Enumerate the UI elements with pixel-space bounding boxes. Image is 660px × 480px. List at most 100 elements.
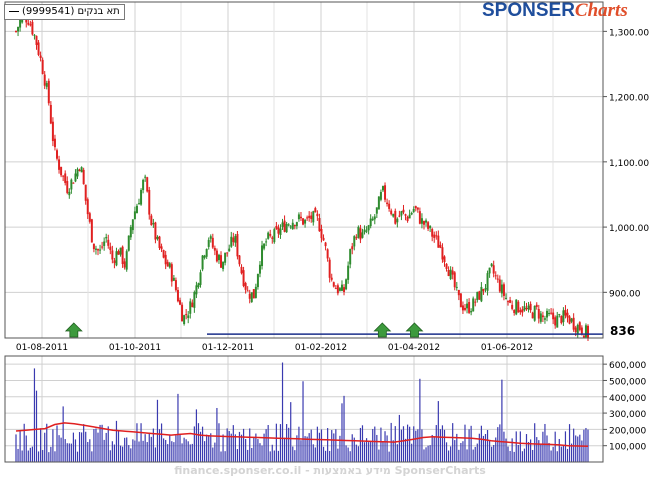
candle-body — [195, 285, 198, 295]
candle-body — [371, 218, 374, 221]
candle-body — [422, 221, 425, 225]
candle-body — [135, 205, 138, 214]
price-y-axis-labels: 1,300.00 1,200.00 1,100.00 1,000.00 900.00 — [603, 28, 649, 299]
candle-body — [338, 288, 341, 291]
candle-body — [472, 298, 475, 312]
candle-body — [185, 314, 188, 316]
candle-body — [164, 254, 167, 265]
candle-body — [375, 207, 378, 214]
candle-body — [406, 216, 409, 222]
logo-text-sponser: SPONSER — [482, 0, 575, 21]
candle-body — [496, 278, 499, 280]
candle-body — [560, 315, 563, 324]
candle-body — [392, 213, 395, 217]
candle-body — [318, 217, 321, 232]
candle-body — [466, 303, 469, 309]
candle-body — [103, 241, 106, 246]
candle-body — [17, 26, 20, 32]
sponser-charts-logo[interactable]: SPONSERCharts — [482, 0, 628, 22]
candle-body — [82, 169, 85, 185]
candle-body — [306, 217, 309, 219]
candle-body — [554, 317, 557, 326]
price-candles — [15, 10, 589, 342]
candle-body — [345, 279, 348, 290]
candle-body — [109, 246, 112, 251]
candle-body — [416, 207, 419, 210]
candle-body — [154, 222, 157, 240]
candle-body — [402, 209, 405, 213]
candle-body — [217, 254, 220, 261]
candle-body — [72, 182, 75, 184]
candle-body — [490, 263, 493, 267]
candle-body — [131, 219, 134, 231]
candle-body — [482, 288, 485, 292]
candle-body — [172, 277, 175, 281]
logo-text-charts: Charts — [574, 0, 628, 21]
candle-body — [379, 192, 382, 200]
x-tick-label: 01-10-2011 — [109, 343, 161, 353]
candle-body — [174, 280, 177, 291]
candle-body — [295, 222, 298, 227]
candle-body — [293, 224, 296, 227]
candle-body — [363, 229, 366, 233]
candle-body — [439, 244, 442, 248]
footer-watermark: finance.sponser.co.il - מידע באמצעות Spo… — [174, 464, 486, 477]
candle-body — [97, 249, 100, 251]
candle-body — [457, 289, 460, 296]
candle-body — [521, 309, 524, 313]
candle-body — [256, 274, 259, 288]
price-y-tick-label: 1,000.00 — [609, 224, 649, 234]
price-panel-frame — [4, 1, 604, 339]
x-tick-label: 01-02-2012 — [295, 343, 347, 353]
candle-body — [150, 215, 153, 226]
volume-y-axis-labels: 600,000 500,000 400,000 300,000 200,000 100,0… — [603, 361, 646, 453]
candle-body — [99, 249, 102, 251]
candle-body — [80, 167, 83, 173]
candle-body — [183, 315, 186, 325]
candle-body — [480, 286, 483, 302]
candle-body — [455, 286, 458, 288]
candle-body — [94, 248, 97, 250]
candle-body — [228, 248, 231, 252]
candle-body — [29, 24, 32, 26]
price-grid — [5, 2, 603, 338]
buy-signal-arrow — [64, 322, 83, 338]
candle-body — [133, 211, 136, 220]
candle-body — [263, 243, 266, 249]
candle-body — [308, 215, 311, 218]
candle-body — [129, 227, 132, 238]
candle-body — [582, 335, 585, 338]
x-tick-label: 01-06-2012 — [481, 343, 533, 353]
candle-body — [468, 302, 471, 313]
candle-body — [224, 252, 227, 263]
candle-body — [545, 310, 548, 318]
candle-body — [252, 289, 255, 299]
candle-body — [291, 222, 294, 230]
candle-body — [234, 235, 237, 243]
candle-body — [470, 311, 473, 313]
candle-body — [170, 264, 173, 282]
candle-body — [453, 272, 456, 288]
candle-body — [365, 230, 368, 232]
candle-body — [390, 210, 393, 215]
candle-body — [513, 309, 516, 313]
candle-body — [101, 246, 104, 248]
candle-body — [15, 30, 17, 32]
candle-body — [51, 121, 54, 142]
candle-body — [269, 233, 272, 236]
candle-body — [213, 247, 216, 251]
candle-body — [459, 293, 462, 308]
buy-signal-arrow — [373, 322, 392, 338]
x-axis-labels: 01-08-2011 01-10-2011 01-12-2011 01-02-2012… — [16, 343, 533, 353]
candle-body — [211, 237, 214, 248]
candle-body — [105, 237, 108, 239]
candle-body — [324, 242, 327, 247]
candle-body — [437, 235, 440, 248]
price-y-tick-label: 900.00 — [609, 289, 641, 299]
candle-body — [463, 307, 466, 310]
candle-body — [398, 215, 401, 217]
candle-body — [412, 208, 415, 212]
candle-body — [427, 222, 430, 229]
candle-body — [441, 247, 444, 260]
candle-body — [361, 232, 364, 238]
